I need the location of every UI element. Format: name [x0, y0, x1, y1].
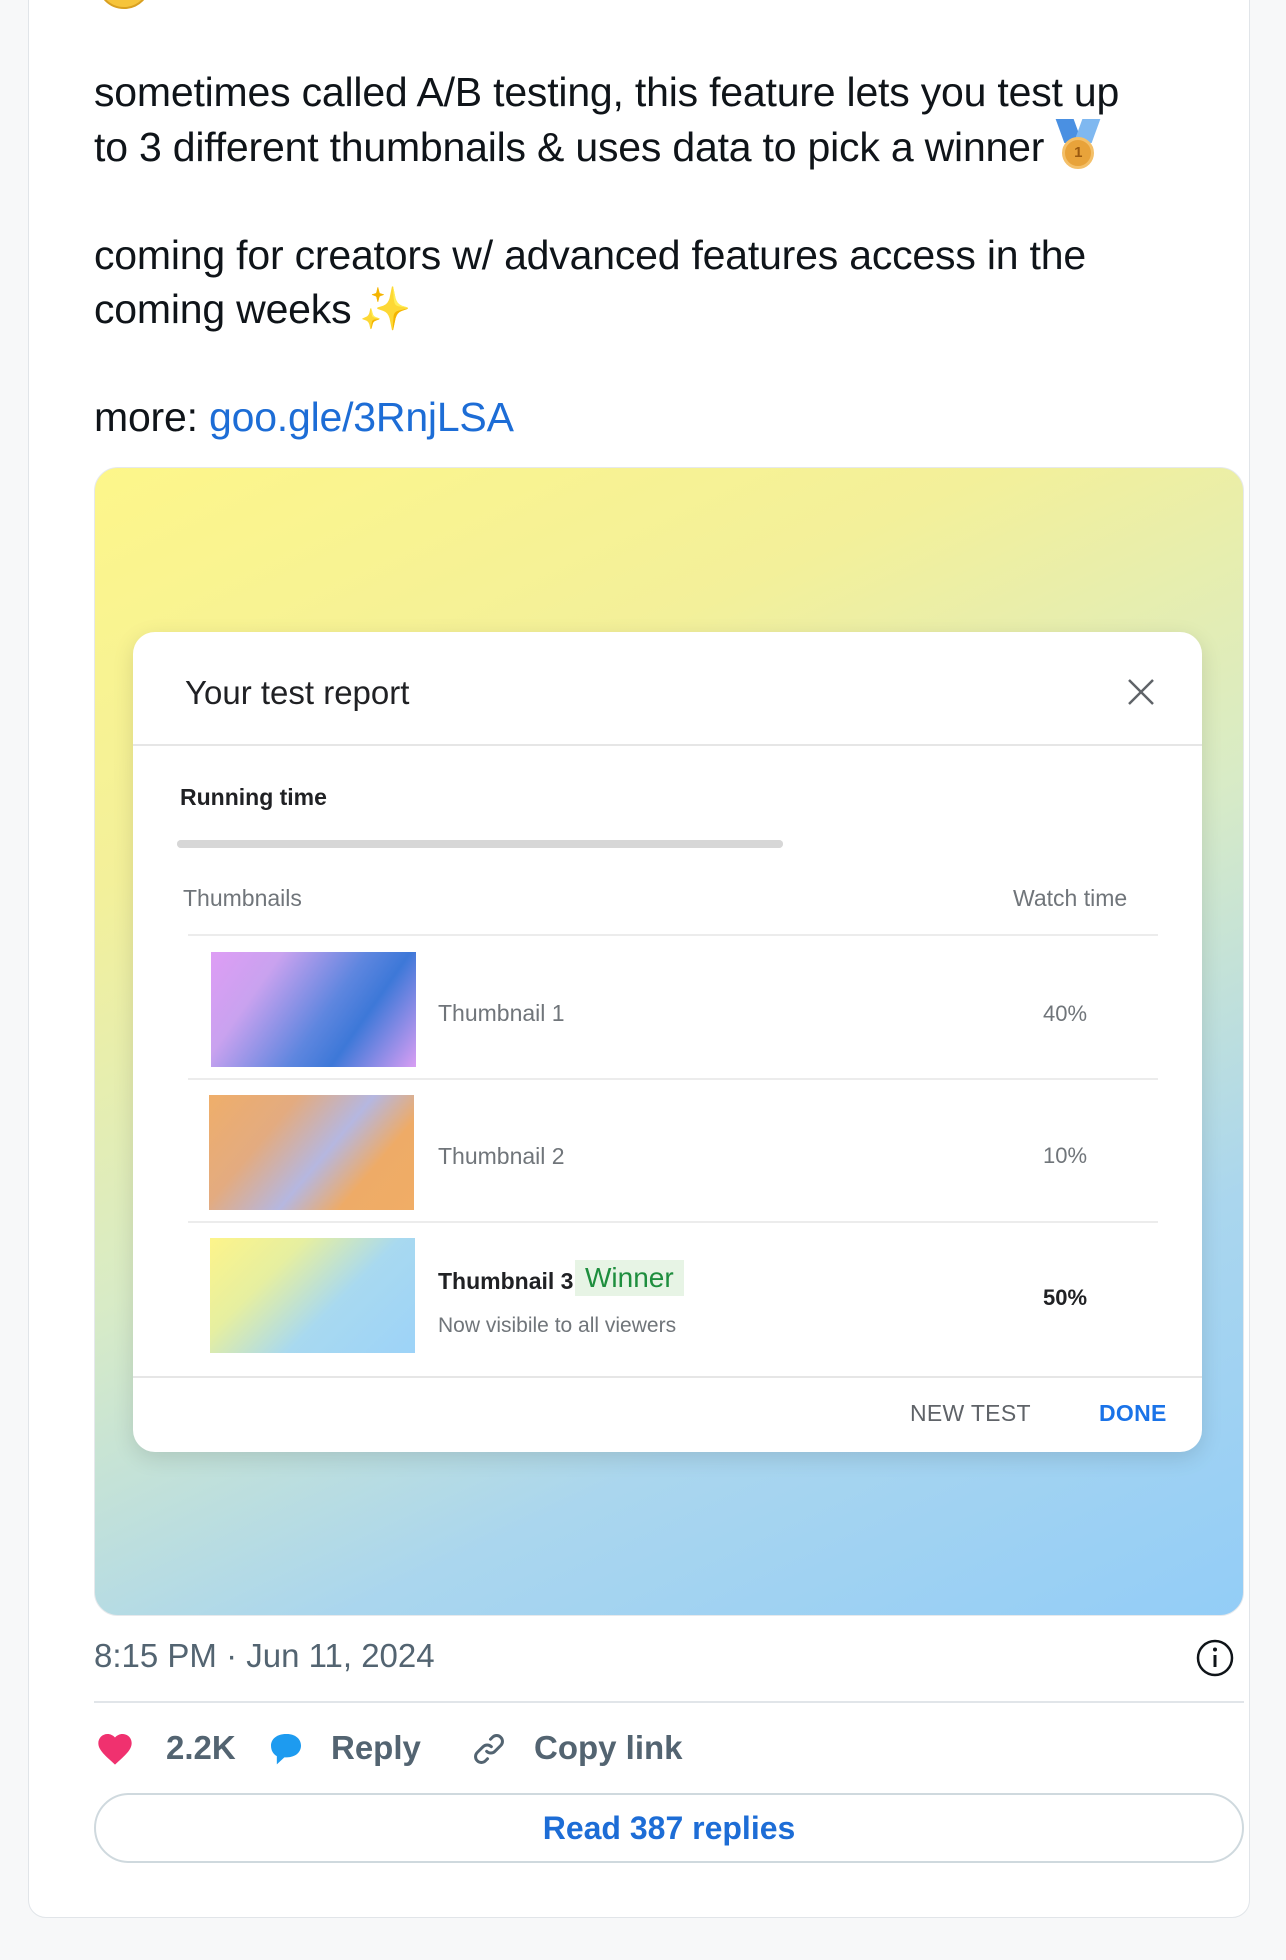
divider	[133, 1376, 1202, 1378]
tweet-card: sometimes called A/B testing, this featu…	[28, 0, 1250, 1918]
thumbnail-2-image	[209, 1095, 414, 1210]
thumbnail-3-image	[210, 1238, 415, 1353]
divider	[188, 1221, 1158, 1223]
new-test-button[interactable]: NEW TEST	[910, 1400, 1031, 1427]
medal-number: 1	[1062, 137, 1095, 169]
tweet-link[interactable]: goo.gle/3RnjLSA	[209, 394, 514, 440]
divider	[188, 1078, 1158, 1080]
reply-button[interactable]: Reply	[265, 1729, 435, 1769]
tweet-line: coming for creators w/ advanced features…	[94, 232, 1086, 278]
grinning-face-icon	[97, 0, 151, 9]
divider	[94, 1701, 1244, 1703]
like-button[interactable]: 2.2K	[95, 1729, 236, 1769]
tweet-media-image[interactable]: Your test report Running time Thumbnails…	[94, 467, 1244, 1616]
test-report-dialog: Your test report Running time Thumbnails…	[133, 632, 1202, 1452]
dialog-title: Your test report	[185, 674, 410, 711]
thumbnail-name: Thumbnail 3	[438, 1268, 574, 1294]
tweet-timestamp[interactable]: 8:15 PM · Jun 11, 2024	[94, 1637, 435, 1675]
watch-time-value: 40%	[1043, 1001, 1088, 1026]
thumbnail-1-image	[211, 952, 416, 1067]
sparkles-icon: ✨	[359, 285, 412, 332]
tweet-line: more: goo.gle/3RnjLSA	[94, 390, 1234, 444]
tweet-line: coming weeks ✨	[94, 282, 1234, 336]
done-button[interactable]: DONE	[1099, 1400, 1167, 1427]
divider	[188, 934, 1158, 936]
info-icon[interactable]	[1195, 1638, 1235, 1678]
thumbnail-name: Thumbnail 2	[438, 1143, 565, 1169]
tweet-line: to 3 different thumbnails & uses data to…	[94, 119, 1234, 174]
watch-time-column-header: Watch time	[1013, 885, 1128, 911]
heart-icon	[98, 1734, 132, 1765]
running-time-progress	[177, 840, 783, 848]
tweet-line-text: coming weeks	[94, 286, 352, 332]
thumbnails-column-header: Thumbnails	[183, 885, 302, 911]
thumbnail-name: Thumbnail 1	[438, 1000, 565, 1026]
more-prefix: more:	[94, 394, 209, 440]
tweet-line: sometimes called A/B testing, this featu…	[94, 69, 1120, 115]
divider	[133, 744, 1202, 746]
winner-note: Now visibile to all viewers	[438, 1314, 677, 1337]
tweet-text: sometimes called A/B testing, this featu…	[94, 65, 1234, 444]
read-replies-button[interactable]: Read 387 replies	[94, 1793, 1244, 1863]
reply-label: Reply	[331, 1729, 421, 1766]
like-count: 2.2K	[166, 1729, 236, 1766]
medal-icon: 1	[1055, 119, 1101, 171]
watch-time-value: 50%	[1043, 1285, 1088, 1310]
link-icon	[474, 1734, 504, 1764]
close-icon[interactable]	[1123, 674, 1159, 710]
reply-bubble-icon	[271, 1734, 301, 1765]
watch-time-value: 10%	[1043, 1143, 1088, 1168]
copy-link-label: Copy link	[534, 1729, 683, 1766]
running-time-label: Running time	[180, 784, 327, 810]
copy-link-button[interactable]: Copy link	[469, 1729, 709, 1769]
tweet-line-text: to 3 different thumbnails & uses data to…	[94, 124, 1045, 170]
winner-badge: Winner	[575, 1260, 684, 1296]
